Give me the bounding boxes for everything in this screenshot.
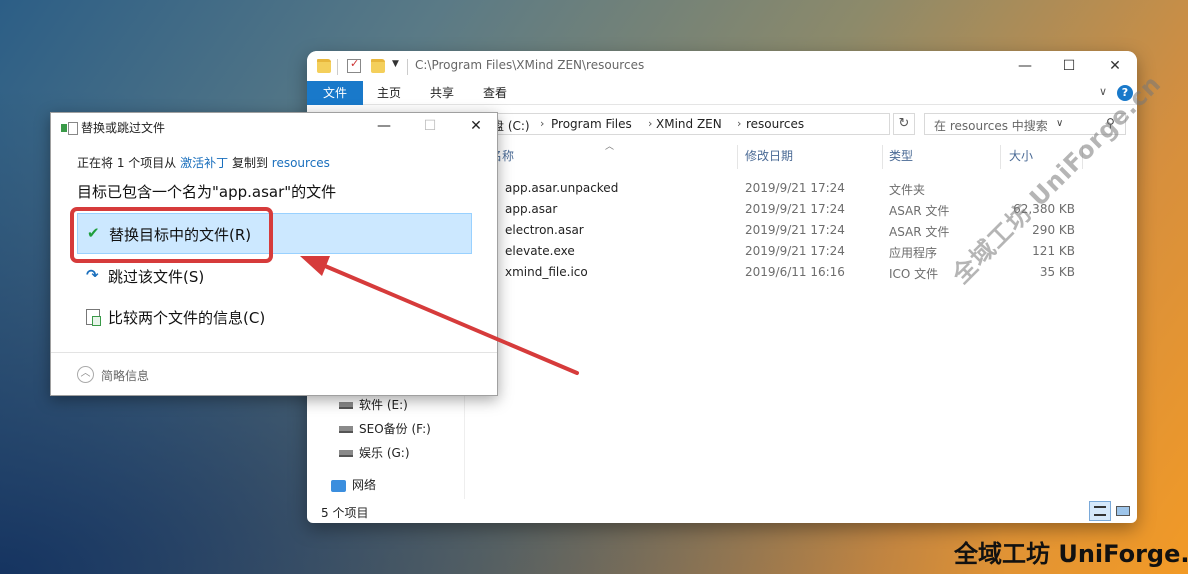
file-date: 2019/9/21 17:24 [745,202,845,216]
details-view-button[interactable] [1089,501,1111,521]
large-icons-view-button[interactable] [1114,501,1132,521]
divider [407,59,408,75]
divider [737,145,738,169]
file-date: 2019/9/21 17:24 [745,181,845,195]
file-date: 2019/6/11 16:16 [745,265,845,279]
divider [51,352,497,353]
close-button[interactable]: ✕ [1097,55,1133,77]
sidebar-item-label: SEO备份 (F:) [359,422,431,436]
file-name: electron.asar [505,223,584,237]
file-row[interactable]: app.asar.unpacked 2019/9/21 17:24 文件夹 [490,178,1082,199]
properties-icon[interactable] [347,57,361,73]
copy-status-prefix: 正在将 1 个项目从 [77,156,177,170]
ribbon: 文件 主页 共享 查看 ∨ ? [307,81,1137,105]
drive-icon [339,402,353,409]
dialog-title: 替换或跳过文件 [81,121,166,135]
minimize-button[interactable]: — [369,115,399,137]
minimize-button[interactable]: — [1007,55,1043,77]
file-type: ICO 文件 [889,267,939,281]
sidebar-item-label: 软件 (E:) [359,398,408,412]
tab-file[interactable]: 文件 [307,81,363,105]
maximize-button[interactable]: ☐ [1051,55,1087,77]
chevron-right-icon[interactable]: › [648,117,652,130]
drive-icon [339,450,353,457]
details-view-icon [1094,506,1106,516]
fewer-details-link[interactable]: 简略信息 [101,367,149,384]
sidebar-item-label: 网络 [352,478,377,492]
new-folder-icon[interactable] [371,59,385,73]
sidebar-item-drive-e[interactable]: 软件 (E:) [339,396,408,414]
file-date: 2019/9/21 17:24 [745,244,845,258]
highlight-annotation [70,207,273,263]
source-folder-link[interactable]: 激活补丁 [180,156,228,170]
copy-icon [61,122,78,135]
breadcrumb[interactable]: resources [746,117,804,131]
compare-icon [86,309,101,326]
search-placeholder: 在 resources 中搜索 [934,119,1048,133]
large-icons-icon [1116,506,1130,516]
column-header-type[interactable]: 类型 [889,147,913,164]
title-bar: ▼ C:\Program Files\XMind ZEN\resources —… [307,51,1137,81]
compare-option-button[interactable]: 比较两个文件的信息(C) [77,297,472,338]
sidebar-item-label: 娱乐 (G:) [359,446,410,460]
compare-option-label: 比较两个文件的信息(C) [108,309,266,327]
copy-status-text: 正在将 1 个项目从 激活补丁 复制到 resources [77,154,330,171]
breadcrumb[interactable]: Program Files [551,117,632,131]
close-button[interactable]: ✕ [461,115,491,137]
chevron-right-icon[interactable]: › [737,117,741,130]
sidebar-item-drive-f[interactable]: SEO备份 (F:) [339,420,431,438]
address-input[interactable]: 盘 (C:) › Program Files › XMind ZEN › res… [487,113,1063,135]
file-type: 应用程序 [889,246,938,260]
folder-icon [317,59,331,73]
maximize-button: ☐ [423,118,437,134]
file-name: elevate.exe [505,244,575,258]
chevron-right-icon[interactable]: › [540,117,544,130]
network-icon [331,479,346,492]
file-date: 2019/9/21 17:24 [745,223,845,237]
sort-up-icon: ︿ [605,142,615,152]
tab-view[interactable]: 查看 [475,81,515,105]
file-name: xmind_file.ico [505,265,588,279]
file-row[interactable]: xmind_file.ico 2019/6/11 16:16 ICO 文件 35… [490,262,1082,283]
chevron-up-icon[interactable]: ︿ [77,366,94,383]
copy-status-mid: 复制到 [231,156,268,170]
refresh-button[interactable]: ↻ [893,113,915,135]
drive-icon [339,426,353,433]
quick-access-dropdown-icon[interactable]: ▼ [392,59,399,69]
skip-option-label: 跳过该文件(S) [108,268,205,286]
skip-icon: ↷ [86,266,99,284]
conflict-message: 目标已包含一个名为"app.asar"的文件 [77,183,337,201]
divider [1000,145,1001,169]
column-header-size[interactable]: 大小 [1009,147,1033,164]
file-name: app.asar.unpacked [505,181,619,195]
tab-share[interactable]: 共享 [422,81,462,105]
divider [882,145,883,169]
file-size: 35 KB [1039,265,1075,279]
column-header-date[interactable]: 修改日期 [745,147,793,164]
tab-home[interactable]: 主页 [369,81,409,105]
breadcrumb[interactable]: XMind ZEN [656,117,722,131]
file-type: 文件夹 [889,183,926,197]
status-bar: 5 个项目 [321,506,369,520]
destination-folder-link[interactable]: resources [272,156,330,170]
file-type: ASAR 文件 [889,225,950,239]
divider [337,59,338,75]
chevron-down-icon[interactable]: ∨ [1099,85,1107,98]
sidebar-item-drive-g[interactable]: 娱乐 (G:) [339,444,410,462]
watermark-corner: 全域工坊 UniForge.cn [954,540,1188,568]
file-name: app.asar [505,202,558,216]
sidebar-item-network[interactable]: 网络 [331,476,376,494]
window-title: C:\Program Files\XMind ZEN\resources [415,58,645,72]
file-type: ASAR 文件 [889,204,950,218]
